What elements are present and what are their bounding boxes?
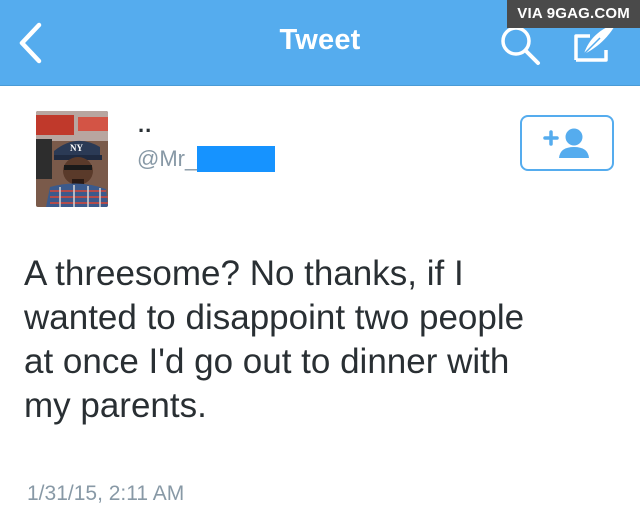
svg-text:NY: NY	[70, 143, 83, 153]
search-icon	[501, 26, 540, 65]
handle-row: @Mr_	[137, 146, 276, 172]
tweet-text-line: at once I'd go out to dinner with	[24, 342, 510, 381]
tweet-detail-screen: Tweet VIA 9GAG.COM NY .. @Mr_ A threesom…	[0, 0, 640, 514]
tweet-text-line: wanted to disappoint two people	[24, 298, 525, 337]
search-button[interactable]	[497, 22, 545, 68]
watermark: VIA 9GAG.COM	[507, 0, 640, 28]
tweet-text-line: A threesome? No thanks, if I	[24, 254, 464, 293]
tweet-timestamp: 1/31/15, 2:11 AM	[27, 482, 185, 505]
avatar-image: NY	[36, 111, 108, 207]
add-person-icon	[543, 128, 589, 158]
avatar[interactable]: NY	[36, 111, 108, 207]
user-handle[interactable]: @Mr_	[137, 146, 197, 172]
tweet-text: A threesome? No thanks, if I wanted to d…	[24, 252, 624, 428]
navigation-bar: Tweet VIA 9GAG.COM	[0, 0, 640, 86]
handle-redaction	[197, 146, 276, 172]
follow-button[interactable]	[520, 115, 614, 171]
tweet-text-line: my parents.	[24, 386, 207, 425]
display-name[interactable]: ..	[138, 112, 152, 138]
